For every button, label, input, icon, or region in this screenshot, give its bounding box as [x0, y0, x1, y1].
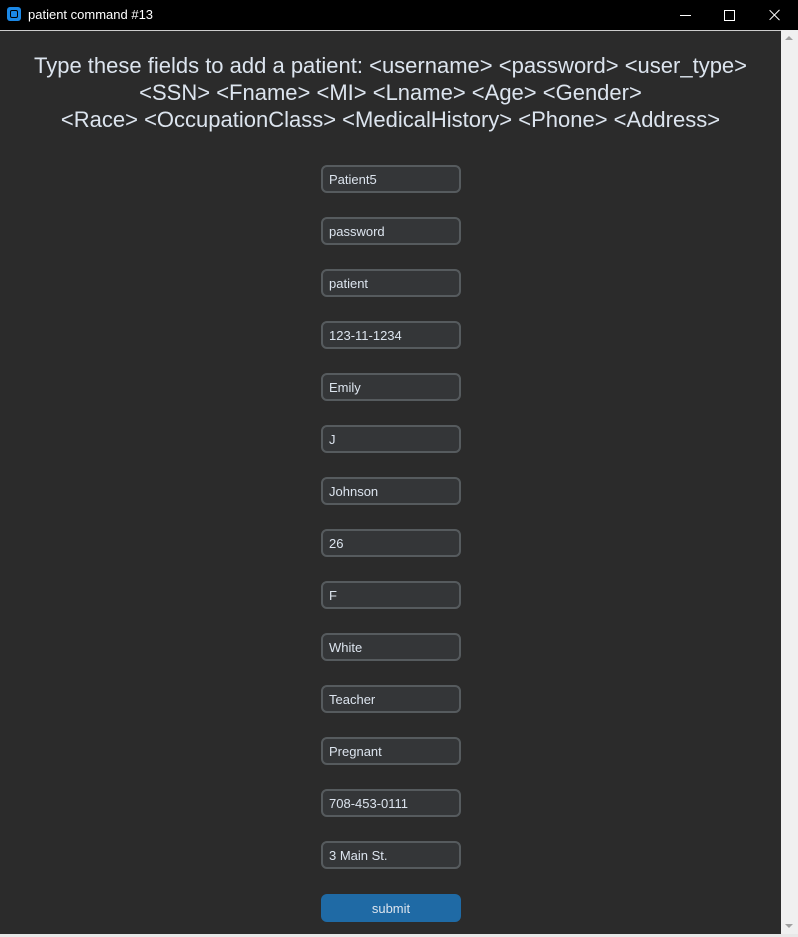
- race-field[interactable]: [321, 633, 461, 661]
- app-window: patient command #13 Type these fields to…: [0, 0, 798, 937]
- lname-field[interactable]: [321, 477, 461, 505]
- occupation-class-field[interactable]: [321, 685, 461, 713]
- password-field[interactable]: [321, 217, 461, 245]
- age-field[interactable]: [321, 529, 461, 557]
- scroll-up-arrow-icon[interactable]: [785, 36, 793, 40]
- address-field[interactable]: [321, 841, 461, 869]
- close-button[interactable]: [752, 0, 798, 30]
- app-window-icon: [7, 7, 21, 21]
- scroll-down-arrow-icon[interactable]: [785, 924, 793, 928]
- minimize-icon: [679, 14, 691, 16]
- username-field[interactable]: [321, 165, 461, 193]
- user-type-field[interactable]: [321, 269, 461, 297]
- window-title: patient command #13: [28, 7, 154, 22]
- mi-field[interactable]: [321, 425, 461, 453]
- vertical-scrollbar[interactable]: [781, 30, 798, 934]
- fname-field[interactable]: [321, 373, 461, 401]
- ssn-field[interactable]: [321, 321, 461, 349]
- instructions-line: <Race> <OccupationClass> <MedicalHistory…: [60, 107, 721, 132]
- submit-button[interactable]: submit: [321, 894, 461, 922]
- gender-field[interactable]: [321, 581, 461, 609]
- form-panel: Type these fields to add a patient: <use…: [0, 30, 781, 934]
- close-icon: [769, 9, 781, 21]
- medical-history-field[interactable]: [321, 737, 461, 765]
- title-bar[interactable]: patient command #13: [0, 0, 798, 30]
- instructions-line: <SSN> <Fname> <MI> <Lname> <Age> <Gender…: [139, 80, 642, 105]
- phone-field[interactable]: [321, 789, 461, 817]
- minimize-button[interactable]: [662, 0, 708, 30]
- maximize-button[interactable]: [706, 0, 752, 30]
- instructions-heading: Type these fields to add a patient: <use…: [0, 52, 781, 133]
- maximize-icon: [723, 9, 735, 21]
- instructions-line: Type these fields to add a patient: <use…: [33, 53, 748, 78]
